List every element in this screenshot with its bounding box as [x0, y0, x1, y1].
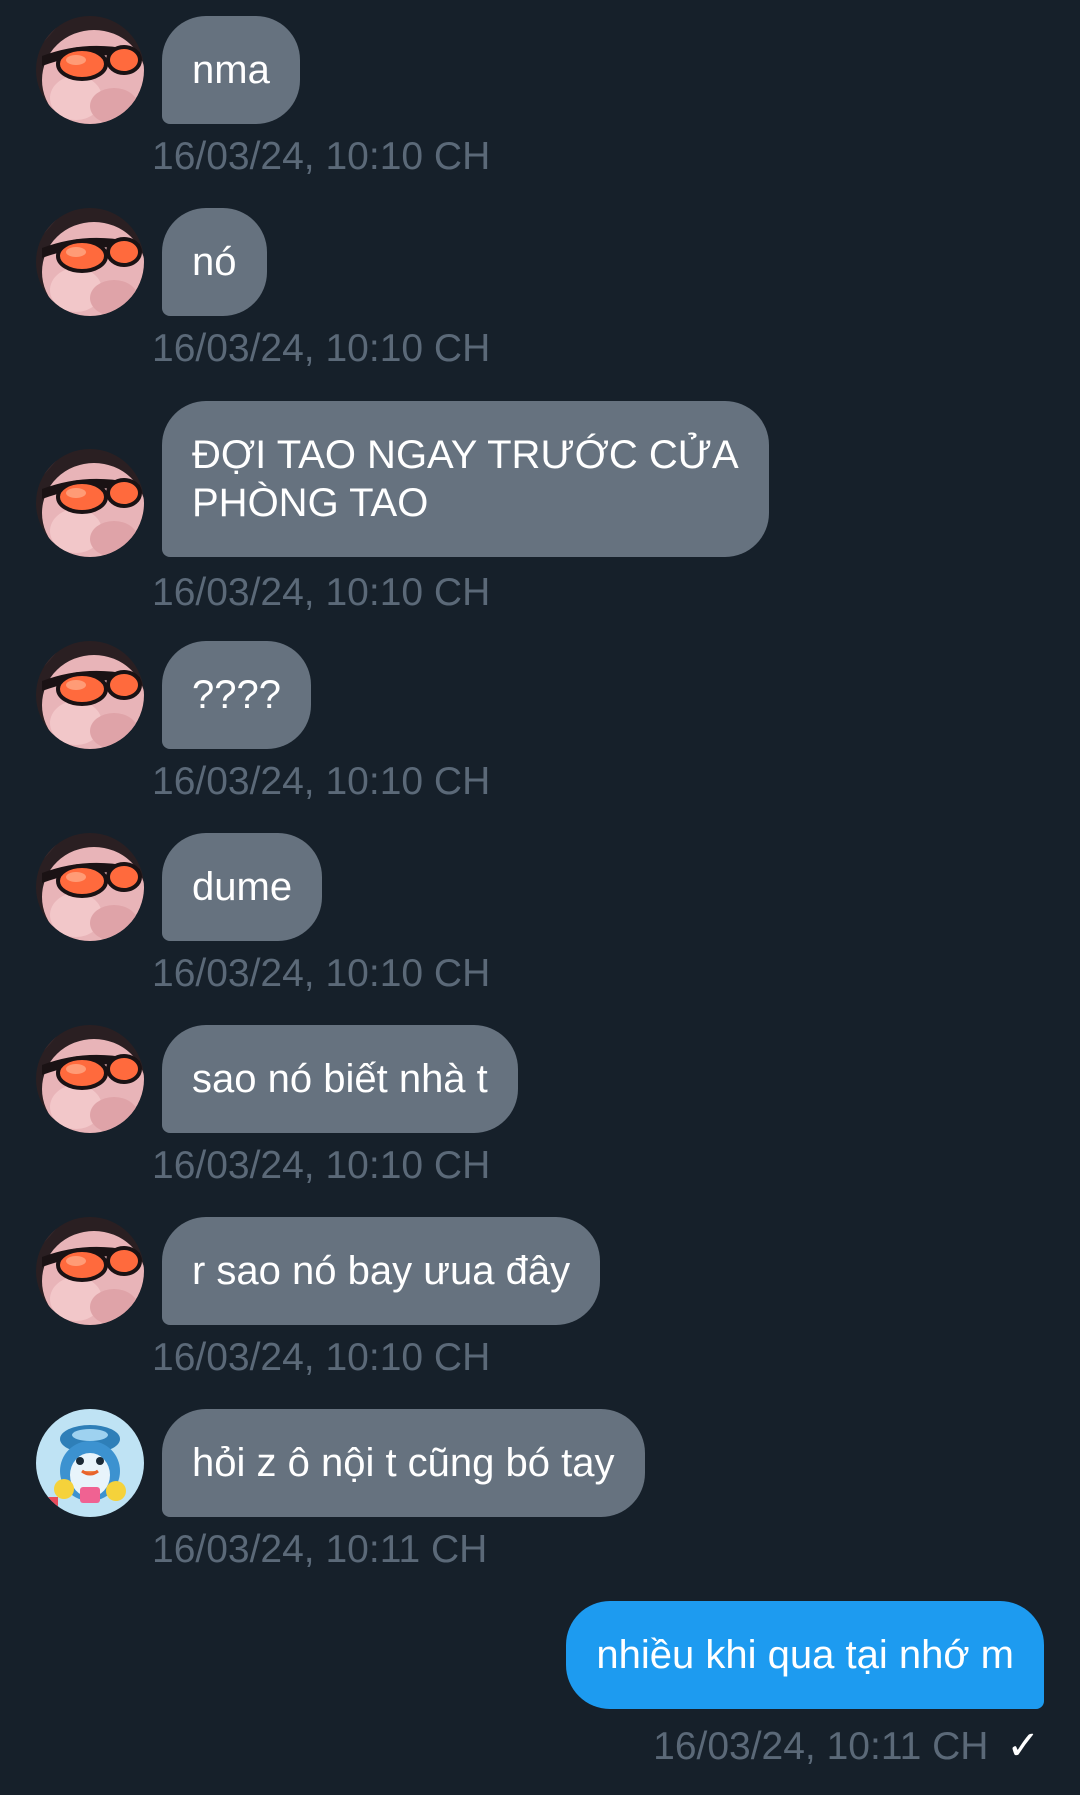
outgoing-message-bubble[interactable]: nhiều khi qua tại nhớ m — [566, 1601, 1044, 1709]
message-timestamp: 16/03/24, 10:10 CH — [152, 1144, 491, 1187]
sunglasses-avatar[interactable] — [36, 449, 144, 557]
sunglasses-avatar[interactable] — [36, 833, 144, 941]
sunglasses-avatar[interactable] — [36, 16, 144, 124]
sunglasses-avatar[interactable] — [36, 1025, 144, 1133]
message-bubble[interactable]: sao nó biết nhà t — [162, 1025, 518, 1133]
message-timestamp: 16/03/24, 10:10 CH — [152, 135, 491, 178]
message-bubble[interactable]: ???? — [162, 641, 311, 749]
outgoing-timestamp: 16/03/24, 10:11 CH ✓ — [653, 1724, 1040, 1769]
message-thread: nma 16/03/24, 10:10 CH nó 16/03/24, 10:1… — [0, 0, 1080, 1795]
message-timestamp: 16/03/24, 10:10 CH — [152, 1336, 491, 1379]
message-timestamp: 16/03/24, 10:10 CH — [152, 327, 491, 370]
message-timestamp: 16/03/24, 10:10 CH — [152, 952, 491, 995]
cartoon-avatar[interactable] — [36, 1409, 144, 1517]
outgoing-time-text: 16/03/24, 10:11 CH — [653, 1725, 989, 1768]
checkmark-icon: ✓ — [1006, 1724, 1040, 1768]
message-bubble[interactable]: r sao nó bay ưua đây — [162, 1217, 601, 1325]
message-timestamp: 16/03/24, 10:11 CH — [152, 1528, 488, 1571]
sunglasses-avatar[interactable] — [36, 208, 144, 316]
message-timestamp: 16/03/24, 10:10 CH — [152, 571, 491, 614]
message-bubble[interactable]: dume — [162, 833, 323, 941]
sunglasses-avatar[interactable] — [36, 1217, 144, 1325]
message-bubble[interactable]: ĐỢI TAO NGAY TRƯỚC CỬA PHÒNG TAO — [162, 401, 769, 557]
message-bubble[interactable]: hỏi z ô nội t cũng bó tay — [162, 1409, 645, 1517]
message-timestamp: 16/03/24, 10:10 CH — [152, 760, 491, 803]
message-bubble[interactable]: nó — [162, 208, 267, 316]
message-bubble[interactable]: nma — [162, 16, 300, 124]
sunglasses-avatar[interactable] — [36, 641, 144, 749]
